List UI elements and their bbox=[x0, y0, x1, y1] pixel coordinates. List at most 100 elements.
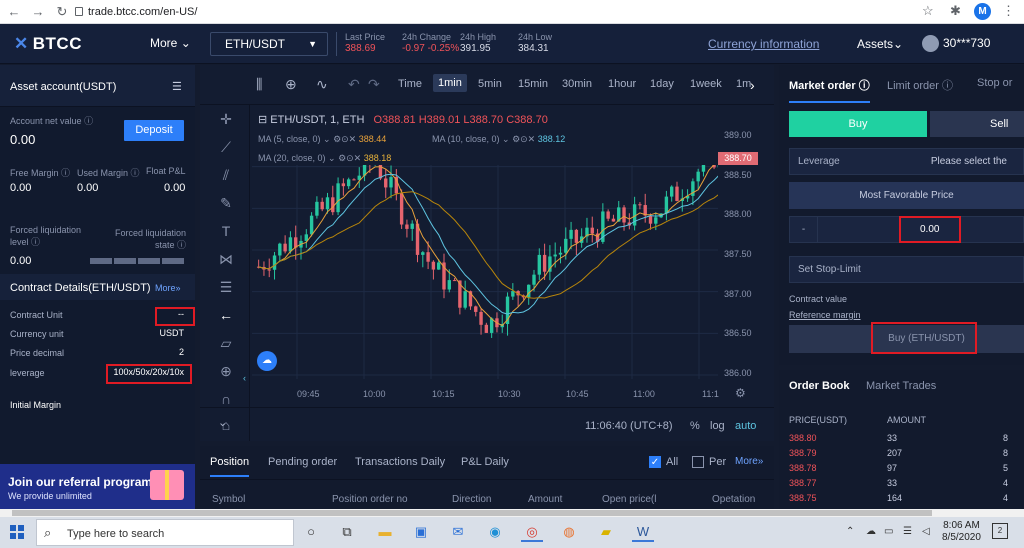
arrow-left-icon[interactable]: ← bbox=[217, 307, 235, 323]
candlestick-chart[interactable] bbox=[252, 165, 718, 379]
back-icon[interactable]: ← bbox=[6, 4, 22, 20]
windows-start-icon[interactable] bbox=[10, 525, 24, 539]
chart-settings-icon[interactable]: ⚙ bbox=[735, 386, 746, 400]
cortana-icon[interactable]: ○ bbox=[300, 522, 322, 542]
tab-order-book[interactable]: Order Book bbox=[789, 380, 850, 392]
log-scale-toggle[interactable]: log bbox=[710, 420, 725, 432]
chrome-icon[interactable]: ◎ bbox=[521, 522, 543, 542]
order-book-row[interactable]: 388.78 97 5 bbox=[779, 463, 1024, 477]
undo-icon[interactable]: ↶ bbox=[348, 76, 360, 93]
bookmark-star-icon[interactable]: ☆ bbox=[922, 3, 934, 19]
projection-icon[interactable]: ☰ bbox=[217, 279, 235, 296]
chevron-right-icon[interactable]: › bbox=[750, 77, 755, 93]
scrollbar-thumb[interactable] bbox=[12, 510, 932, 516]
order-book-row[interactable]: 388.77 33 4 bbox=[779, 478, 1024, 492]
taskbar-clock[interactable]: 8:06 AM 8/5/2020 bbox=[942, 520, 981, 544]
cloud-icon[interactable]: ☁ bbox=[257, 351, 277, 371]
profile-avatar[interactable]: M bbox=[974, 3, 991, 20]
add-indicator-icon[interactable]: ⊕ bbox=[285, 76, 297, 93]
all-checkbox[interactable]: ✓ bbox=[649, 456, 661, 468]
timeframe-15min[interactable]: 15min bbox=[518, 78, 548, 90]
percent-scale-toggle[interactable]: % bbox=[690, 420, 700, 432]
store-icon[interactable]: ▣ bbox=[410, 522, 432, 542]
contract-more-link[interactable]: More» bbox=[155, 283, 181, 293]
sell-side-button[interactable]: Sell bbox=[930, 111, 1024, 137]
collapse-tools-icon[interactable]: ‹ bbox=[243, 373, 246, 383]
extensions-icon[interactable]: ✱ bbox=[950, 3, 961, 19]
timeframe-1week[interactable]: 1week bbox=[690, 78, 722, 90]
list-menu-icon[interactable]: ☰ bbox=[172, 80, 182, 93]
order-book-row[interactable]: 388.80 33 8 bbox=[779, 433, 1024, 447]
help-icon[interactable]: ⓘ bbox=[177, 240, 186, 250]
order-book-row[interactable]: 388.79 207 8 bbox=[779, 448, 1024, 462]
horizontal-scrollbar[interactable] bbox=[0, 509, 1024, 517]
volume-icon[interactable]: ◁ bbox=[922, 526, 930, 537]
decrement-button[interactable]: - bbox=[790, 217, 818, 242]
tab-pl-daily[interactable]: P&L Daily bbox=[461, 456, 509, 468]
edge-icon[interactable]: ◉ bbox=[484, 522, 506, 542]
stop-limit-field[interactable]: Set Stop-Limit bbox=[789, 256, 1024, 283]
assets-menu[interactable]: Assets⌄ bbox=[857, 37, 903, 51]
help-icon[interactable]: ⓘ bbox=[131, 168, 140, 178]
brush-icon[interactable]: ✎ bbox=[217, 195, 235, 212]
buy-side-button[interactable]: Buy bbox=[789, 111, 927, 137]
zoom-in-icon[interactable]: ⊕ bbox=[217, 363, 235, 380]
help-icon[interactable]: ⓘ bbox=[84, 116, 93, 126]
auto-scale-toggle[interactable]: auto bbox=[735, 420, 756, 432]
network-icon[interactable]: ☰ bbox=[903, 526, 912, 537]
tab-limit-order[interactable]: Limit order ⓘ bbox=[887, 77, 953, 93]
more-menu[interactable]: More ⌄ bbox=[150, 36, 191, 50]
leverage-select[interactable]: Leverage Please select the bbox=[789, 148, 1024, 175]
tab-market-order[interactable]: Market order ⓘ bbox=[789, 77, 870, 103]
timeframe-time[interactable]: Time bbox=[398, 78, 422, 90]
battery-icon[interactable]: ▭ bbox=[884, 526, 893, 537]
mail-icon[interactable]: ✉ bbox=[447, 522, 469, 542]
fib-tool-icon[interactable]: ⫽ bbox=[217, 167, 235, 184]
user-account[interactable]: 30***730 bbox=[922, 34, 990, 53]
deposit-button[interactable]: Deposit bbox=[124, 120, 184, 141]
word-icon[interactable]: W bbox=[632, 522, 654, 542]
collapse-icon[interactable]: ⊟ bbox=[258, 114, 267, 126]
forward-icon[interactable]: → bbox=[30, 4, 46, 20]
redo-icon[interactable]: ↷ bbox=[368, 76, 380, 93]
pair-selector[interactable]: ETH/USDT ▼ bbox=[210, 32, 328, 56]
reload-icon[interactable]: ↻ bbox=[54, 4, 70, 20]
sticky-notes-icon[interactable]: ▰ bbox=[595, 522, 617, 542]
btcc-logo[interactable]: ✕ BTCC bbox=[14, 34, 82, 54]
orders-more-link[interactable]: More» bbox=[735, 456, 763, 467]
tab-market-trades[interactable]: Market Trades bbox=[866, 380, 936, 392]
help-icon[interactable]: ⓘ bbox=[31, 237, 40, 247]
ruler-icon[interactable]: ▱ bbox=[217, 335, 235, 352]
timeframe-30min[interactable]: 30min bbox=[562, 78, 592, 90]
notification-icon[interactable]: 2 bbox=[992, 523, 1008, 539]
firefox-icon[interactable]: ◍ bbox=[558, 522, 580, 542]
tab-position[interactable]: Position bbox=[210, 456, 250, 477]
timeframe-1month[interactable]: 1m bbox=[736, 78, 751, 90]
menu-dots-icon[interactable]: ⋮ bbox=[1002, 3, 1015, 19]
tray-chevron-icon[interactable]: ⌃ bbox=[846, 526, 854, 537]
tab-transactions-daily[interactable]: Transactions Daily bbox=[355, 456, 445, 468]
timeframe-1min[interactable]: 1min bbox=[433, 74, 467, 92]
tab-stop-order[interactable]: Stop or bbox=[977, 77, 1012, 89]
help-icon[interactable]: ⓘ bbox=[61, 168, 70, 178]
currency-information-link[interactable]: Currency information bbox=[708, 37, 819, 51]
trend-line-icon[interactable]: ⟋ bbox=[217, 139, 235, 156]
pattern-icon[interactable]: ⋈ bbox=[217, 251, 235, 268]
candle-type-icon[interactable]: ⫼ bbox=[256, 76, 262, 93]
indicators-icon[interactable]: ∿ bbox=[316, 76, 328, 93]
task-view-icon[interactable]: ⧉ bbox=[336, 522, 358, 542]
tab-pending-order[interactable]: Pending order bbox=[268, 456, 337, 468]
referral-banner[interactable]: Join our referral program We provide unl… bbox=[0, 464, 195, 509]
timeframe-1hour[interactable]: 1hour bbox=[608, 78, 636, 90]
most-favorable-price[interactable]: Most Favorable Price bbox=[789, 182, 1024, 209]
timeframe-1day[interactable]: 1day bbox=[650, 78, 674, 90]
timeframe-5min[interactable]: 5min bbox=[478, 78, 502, 90]
per-checkbox[interactable] bbox=[692, 456, 704, 468]
order-book-row[interactable]: 388.75 164 4 bbox=[779, 493, 1024, 507]
text-tool-icon[interactable]: T bbox=[217, 223, 235, 239]
chevron-down-icon[interactable]: ⌄ bbox=[218, 416, 227, 429]
file-explorer-icon[interactable]: ▬ bbox=[374, 522, 396, 542]
magnet-icon[interactable]: ∩ bbox=[217, 391, 235, 407]
address-bar[interactable]: trade.btcc.com/en-US/ bbox=[88, 4, 197, 20]
crosshair-icon[interactable]: ✛ bbox=[217, 111, 235, 128]
